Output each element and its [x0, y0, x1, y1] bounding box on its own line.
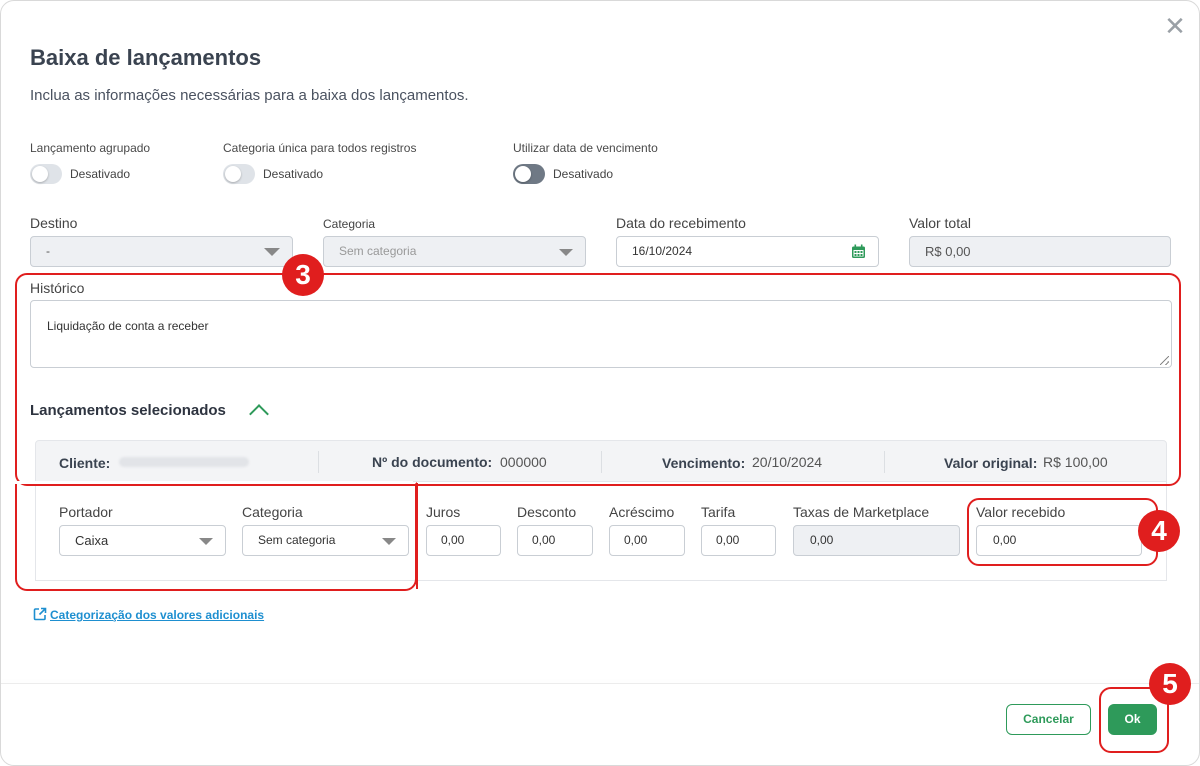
highlight-box-historico — [15, 273, 1181, 486]
juros-value: 0,00 — [441, 533, 465, 547]
step-badge-3: 3 — [282, 254, 324, 296]
acrescimo-value: 0,00 — [624, 533, 648, 547]
modal-subtitle: Inclua as informações necessárias para a… — [30, 87, 469, 104]
footer-divider — [1, 683, 1199, 684]
highlight-gap — [15, 481, 413, 484]
toggle-label-agrupado: Lançamento agrupado — [30, 141, 151, 155]
highlight-box-valor-recebido — [967, 498, 1158, 566]
highlight-edge — [414, 483, 418, 589]
toggle-label-data-vencimento: Utilizar data de vencimento — [513, 141, 658, 155]
categoria-select[interactable]: Sem categoria — [323, 236, 586, 267]
categoria-label: Categoria — [323, 217, 376, 231]
toggle-agrupado[interactable] — [30, 164, 62, 184]
destino-value: - — [46, 244, 50, 258]
tarifa-input[interactable]: 0,00 — [701, 525, 776, 556]
desconto-value: 0,00 — [532, 533, 556, 547]
toggle-categoria-unica[interactable] — [223, 164, 255, 184]
cancel-button[interactable]: Cancelar — [1006, 704, 1091, 735]
modal-title: Baixa de lançamentos — [30, 45, 262, 70]
desconto-input[interactable]: 0,00 — [517, 525, 593, 556]
chevron-down-icon — [559, 249, 573, 256]
chevron-down-icon — [264, 248, 280, 256]
external-link-icon[interactable] — [33, 607, 47, 621]
valor-total-value: R$ 0,00 — [925, 244, 971, 259]
desconto-label: Desconto — [517, 504, 577, 520]
toggle-label-categoria-unica: Categoria única para todos registros — [223, 141, 417, 155]
categoria-placeholder: Sem categoria — [339, 244, 417, 258]
toggle-state-agrupado: Desativado — [70, 167, 131, 181]
toggle-data-vencimento[interactable] — [513, 164, 545, 184]
data-recebimento-label: Data do recebimento — [616, 215, 746, 231]
juros-label: Juros — [426, 504, 461, 520]
toggle-state-data-vencimento: Desativado — [553, 167, 614, 181]
close-icon[interactable]: ✕ — [1164, 13, 1186, 39]
calendar-icon[interactable] — [851, 244, 866, 259]
categorizacao-link[interactable]: Categorização dos valores adicionais — [50, 608, 264, 622]
juros-input[interactable]: 0,00 — [426, 525, 501, 556]
data-recebimento-input[interactable]: 16/10/2024 — [616, 236, 879, 267]
marketplace-input: 0,00 — [793, 525, 960, 556]
marketplace-label: Taxas de Marketplace — [793, 504, 930, 520]
tarifa-label: Tarifa — [701, 504, 736, 520]
data-recebimento-value: 16/10/2024 — [632, 244, 693, 258]
destino-select[interactable]: - — [30, 236, 293, 267]
tarifa-value: 0,00 — [716, 533, 740, 547]
highlight-box-portador — [15, 482, 417, 591]
destino-label: Destino — [30, 215, 78, 231]
acrescimo-label: Acréscimo — [609, 504, 675, 520]
valor-total-input: R$ 0,00 — [909, 236, 1171, 267]
toggle-state-categoria-unica: Desativado — [263, 167, 324, 181]
step-badge-5: 5 — [1149, 663, 1191, 705]
marketplace-value: 0,00 — [810, 533, 834, 547]
valor-total-label: Valor total — [909, 215, 971, 231]
acrescimo-input[interactable]: 0,00 — [609, 525, 685, 556]
modal-dialog: ✕ Baixa de lançamentos Inclua as informa… — [0, 0, 1200, 766]
step-badge-4: 4 — [1138, 510, 1180, 552]
